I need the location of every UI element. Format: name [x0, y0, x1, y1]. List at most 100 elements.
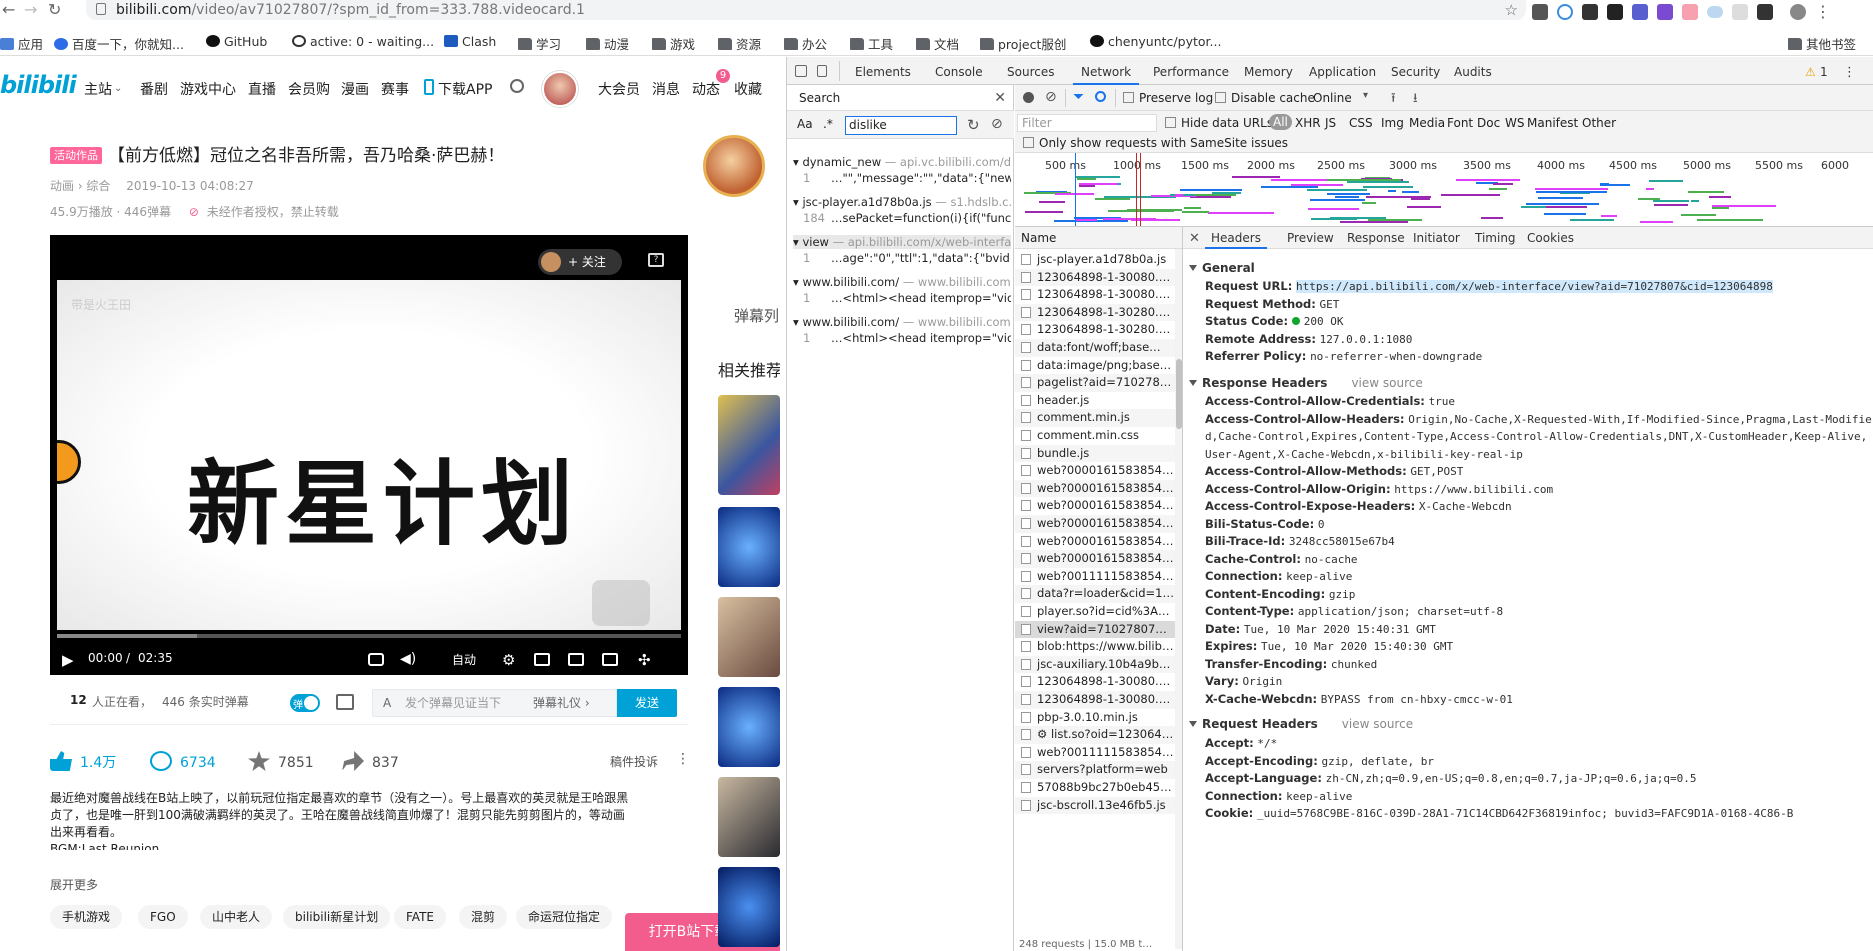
favorite-button[interactable]: 7851	[248, 751, 314, 771]
bookmark-folder[interactable]: 资源	[718, 34, 761, 53]
follow-button[interactable]: + 关注	[538, 249, 622, 275]
general-section-toggle[interactable]: General	[1189, 261, 1255, 275]
result-file[interactable]: ▾ www.bilibili.com/ — www.bilibili.com/.…	[793, 275, 1011, 289]
device-toggle-icon[interactable]	[817, 65, 827, 77]
font-style-icon[interactable]: A	[383, 690, 391, 716]
name-column-header[interactable]: Name	[1015, 227, 1182, 249]
preserve-log-checkbox[interactable]	[1123, 92, 1134, 103]
close-icon[interactable]: ✕	[994, 85, 1006, 111]
result-line[interactable]: 1 …age":"0","ttl":1,"data":{"bvid":"","…	[803, 251, 1011, 265]
request-row[interactable]: data?r=loader&cid=1230648.	[1015, 585, 1175, 603]
type-filter[interactable]: XHR	[1295, 116, 1321, 130]
request-row[interactable]: header.js	[1015, 392, 1175, 410]
type-filter[interactable]: JS	[1325, 116, 1336, 130]
widescreen-icon[interactable]	[568, 653, 584, 666]
samesite-checkbox[interactable]	[1023, 137, 1034, 148]
video-player[interactable]: 带是火王田 新星计划 + 关注 ? ▶ 00:00 / 02:35 ◀) 自动 …	[50, 235, 688, 675]
tab-response[interactable]: Response	[1347, 231, 1405, 245]
recommend-thumbnail[interactable]	[718, 507, 780, 587]
request-row[interactable]: pbp-3.0.10.min.js	[1015, 709, 1175, 727]
web-fullscreen-icon[interactable]	[602, 653, 618, 666]
bookmark-folder[interactable]: 动漫	[586, 34, 629, 53]
request-row[interactable]: servers?platform=web	[1015, 761, 1175, 779]
close-detail-icon[interactable]: ✕	[1189, 231, 1200, 246]
url-field[interactable]: bilibili.com/video/av71027807/?spm_id_fr…	[86, 0, 1526, 20]
request-row[interactable]: ⚙ list.so?oid=123064898	[1015, 726, 1175, 744]
uploader-avatar[interactable]	[703, 135, 765, 197]
clear-icon[interactable]: ⊘	[991, 116, 1003, 132]
request-row[interactable]: web?000016158385479080​7.	[1015, 497, 1175, 515]
bookmark-clash[interactable]: Clash	[444, 34, 496, 49]
recommend-thumbnail[interactable]	[718, 867, 780, 947]
nav-messages[interactable]: 消息	[652, 79, 680, 99]
recommend-thumbnail[interactable]	[718, 597, 780, 677]
bookmark-folder[interactable]: 学习	[518, 34, 561, 53]
tab-sources[interactable]: Sources	[1007, 65, 1054, 79]
tag[interactable]: 命运冠位指定	[516, 905, 613, 929]
bookmark-other[interactable]: 其他书签	[1788, 34, 1856, 53]
tab-elements[interactable]: Elements	[855, 65, 911, 79]
request-row[interactable]: blob:https://www.bilibili.com/f.	[1015, 638, 1175, 656]
extension-icon[interactable]	[1707, 5, 1723, 18]
result-file[interactable]: ▾ dynamic_new — api.vc.bilibili.com/d...	[793, 155, 1011, 169]
tab-application[interactable]: Application	[1309, 65, 1376, 79]
extension-icon[interactable]	[1532, 3, 1548, 20]
bookmark-apps[interactable]: 应用	[0, 34, 43, 53]
nav-mall[interactable]: 会员购	[288, 79, 330, 99]
request-row[interactable]: data:font/woff;base…	[1015, 339, 1175, 357]
menu-icon[interactable]: ⋮	[1815, 2, 1831, 21]
result-line[interactable]: 1 …<html><head itemprop="video" …	[803, 291, 1011, 305]
record-icon[interactable]	[1023, 92, 1034, 103]
inspect-icon[interactable]	[795, 65, 807, 77]
request-row[interactable]: web?000016158385479080​7.	[1015, 550, 1175, 568]
result-file[interactable]: ▾ view — api.bilibili.com/x/web-interfac…	[793, 235, 1011, 249]
response-headers-toggle[interactable]: Response Headers view source	[1189, 376, 1423, 390]
recommend-thumbnail[interactable]	[718, 777, 780, 857]
request-headers-toggle[interactable]: Request Headers view source	[1189, 717, 1413, 731]
type-filter[interactable]: Doc	[1477, 116, 1500, 130]
nav-bangumi[interactable]: 番剧	[140, 79, 168, 99]
request-row[interactable]: 57088b9bc27b0eb4588f0ec0.	[1015, 779, 1175, 797]
breadcrumb[interactable]: 动画 › 综合	[50, 179, 110, 193]
result-line[interactable]: 184 …sePacket=function(i){if("funct…	[803, 211, 1011, 225]
devtools-menu-icon[interactable]: ⋮	[1843, 65, 1856, 80]
request-row[interactable]: 123064898-1-30280.m4s?ex.	[1015, 321, 1175, 339]
scrollbar-thumb[interactable]	[1176, 359, 1182, 429]
request-row[interactable]: jsc-bscroll.13e46fb5.js	[1015, 796, 1175, 815]
bookmark-folder[interactable]: project服创	[980, 34, 1066, 53]
extension-icon[interactable]	[1632, 3, 1648, 20]
nav-esports[interactable]: 赛事	[381, 79, 409, 99]
nav-game-center[interactable]: 游戏中心	[180, 79, 236, 99]
recommend-thumbnail[interactable]	[718, 395, 780, 495]
volume-icon[interactable]: ◀)	[400, 651, 416, 667]
clear-log-icon[interactable]: ⊘	[1045, 89, 1057, 105]
type-filter[interactable]: Img	[1381, 116, 1404, 130]
import-har-icon[interactable]: ⭱	[1391, 89, 1396, 111]
type-filter[interactable]: Font	[1447, 116, 1473, 130]
type-filter[interactable]: WS	[1505, 116, 1524, 130]
extension-icon[interactable]	[1682, 3, 1698, 20]
tag[interactable]: FGO	[138, 905, 188, 929]
request-row[interactable]: web?000016158385479080​7.	[1015, 462, 1175, 480]
forward-icon[interactable]: →	[24, 0, 37, 19]
disable-cache-checkbox[interactable]	[1215, 92, 1226, 103]
nav-live[interactable]: 直播	[248, 79, 276, 99]
danmaku-icon[interactable]	[368, 653, 384, 666]
tab-audits[interactable]: Audits	[1454, 65, 1492, 79]
match-case-toggle[interactable]: Aa	[797, 117, 813, 131]
request-row[interactable]: view?aid=71027807&cid=123	[1015, 620, 1175, 639]
request-row[interactable]: player.so?id=cid%3A123064.	[1015, 603, 1175, 621]
tag[interactable]: FATE	[394, 905, 446, 929]
request-row[interactable]: web?000016158385479080​7.	[1015, 533, 1175, 551]
refresh-icon[interactable]: ↻	[967, 116, 980, 134]
tab-performance[interactable]: Performance	[1153, 65, 1229, 79]
extension-icon[interactable]	[1607, 3, 1623, 20]
user-avatar[interactable]	[542, 71, 578, 107]
tag[interactable]: 山中老人	[200, 905, 273, 929]
extension-icon[interactable]	[1732, 3, 1748, 20]
tag[interactable]: bilibili新星计划	[283, 905, 391, 929]
play-icon[interactable]: ▶	[62, 651, 74, 669]
bookmark-github[interactable]: GitHub	[206, 34, 267, 49]
request-row[interactable]: comment.min.js	[1015, 409, 1175, 427]
tab-headers[interactable]: Headers	[1211, 231, 1261, 245]
